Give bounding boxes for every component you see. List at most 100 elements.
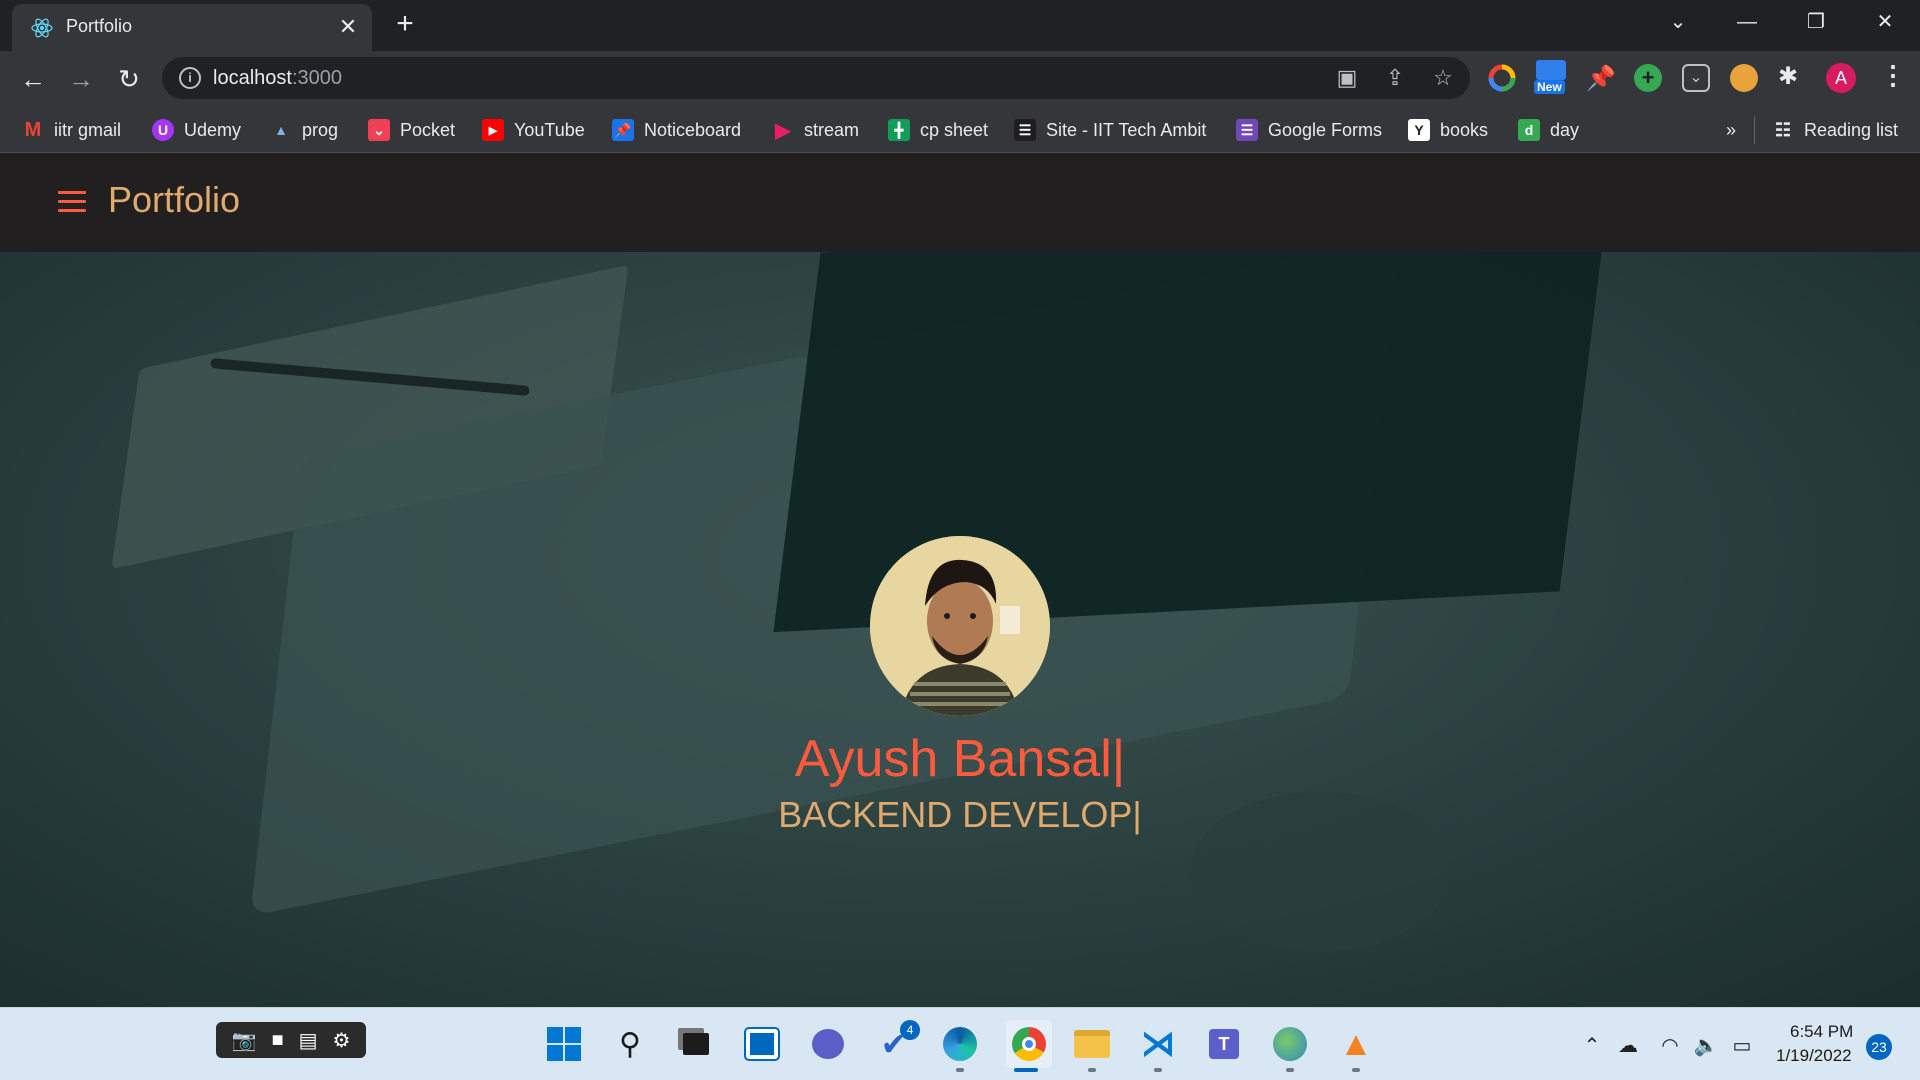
blocked-popup-icon[interactable]: ▣: [1334, 65, 1360, 91]
bookmark-prog[interactable]: ▲ prog: [270, 116, 338, 144]
profile-avatar[interactable]: A: [1826, 63, 1856, 93]
tab-strip: Portfolio ✕ + ⌄ — ❐ ✕: [0, 0, 1920, 51]
bookmark-google-forms[interactable]: ☰ Google Forms: [1236, 116, 1382, 144]
minimize-button[interactable]: —: [1725, 6, 1769, 38]
more-menu-icon[interactable]: ⋮: [1880, 60, 1906, 91]
close-window-button[interactable]: ✕: [1863, 6, 1907, 38]
teams-icon[interactable]: T: [1204, 1024, 1244, 1064]
reading-list-button[interactable]: ☷ Reading list: [1772, 116, 1898, 144]
info-icon[interactable]: i: [179, 67, 201, 89]
windows-taskbar: 📷 ■ ▤ ⚙ ⚲ ✔ 4 ⋊ T ▲ ⌃ ☁ ◠ 🔈 ▭ 6:54 PM 1/…: [0, 1007, 1920, 1080]
chat-icon[interactable]: [808, 1024, 848, 1064]
bookmark-day[interactable]: d day: [1518, 116, 1579, 144]
gallery-icon[interactable]: ▤: [299, 1028, 318, 1053]
youtube-icon: ▶: [482, 119, 504, 141]
restore-button[interactable]: ❐: [1794, 6, 1838, 38]
divider: [1754, 116, 1755, 144]
pin-icon: 📌: [612, 119, 634, 141]
vlc-running-indicator: [1352, 1068, 1360, 1072]
volume-icon[interactable]: 🔈: [1692, 1032, 1720, 1060]
bookmark-udemy[interactable]: U Udemy: [152, 116, 241, 144]
widgets-icon[interactable]: [742, 1024, 782, 1064]
bookmark-stream[interactable]: ▶ stream: [772, 116, 859, 144]
hero-name: Ayush Bansal|: [794, 730, 1126, 788]
url-text[interactable]: localhost:3000: [213, 67, 342, 90]
bookmark-pocket[interactable]: ⌄ Pocket: [368, 116, 455, 144]
prog-icon: ▲: [274, 122, 288, 138]
page-viewport: Ayush Bansal| BACKEND DEVELOP| Portfolio: [0, 153, 1920, 1007]
profile-photo: [870, 536, 1050, 716]
bookmark-books[interactable]: Y books: [1408, 116, 1488, 144]
edge-running-indicator: [956, 1068, 964, 1072]
bookmark-youtube[interactable]: ▶ YouTube: [482, 116, 585, 144]
extensions-puzzle-icon[interactable]: ✱: [1778, 62, 1798, 91]
bookmark-noticeboard[interactable]: 📌 Noticeboard: [612, 116, 741, 144]
notification-badge[interactable]: 23: [1866, 1034, 1892, 1060]
back-button[interactable]: ←: [16, 62, 50, 96]
vlc-icon[interactable]: ▲: [1336, 1024, 1376, 1064]
video-icon[interactable]: ■: [271, 1029, 283, 1052]
bookmarks-bar: M iitr gmail U Udemy ▲ prog ⌄ Pocket ▶ Y…: [0, 106, 1920, 153]
day-icon: d: [1518, 119, 1540, 141]
windows-logo-icon: [547, 1027, 581, 1061]
explorer-running-indicator: [1088, 1068, 1096, 1072]
task-view-icon[interactable]: [676, 1024, 716, 1064]
forward-button[interactable]: →: [64, 62, 98, 96]
pocket-extension-icon[interactable]: ⌄: [1682, 64, 1710, 92]
wifi-icon[interactable]: ◠: [1656, 1032, 1684, 1060]
plus-extension-icon[interactable]: +: [1634, 64, 1662, 92]
todo-icon[interactable]: ✔ 4: [874, 1020, 920, 1064]
bookmark-cp-sheet[interactable]: ╋ cp sheet: [888, 116, 988, 144]
pin-extension-icon[interactable]: 📌: [1586, 64, 1616, 93]
tab-search-icon[interactable]: ⌄: [1656, 6, 1700, 38]
search-icon[interactable]: ⚲: [610, 1024, 650, 1064]
site-icon: ☰: [1014, 119, 1036, 141]
new-extension-icon[interactable]: New: [1534, 60, 1568, 96]
vscode-icon[interactable]: ⋊: [1138, 1024, 1178, 1064]
site-navbar: Portfolio: [0, 153, 1920, 252]
bookmark-iitr-gmail[interactable]: M iitr gmail: [22, 116, 121, 144]
edge-icon[interactable]: [940, 1024, 980, 1064]
hamburger-menu-icon[interactable]: [58, 191, 86, 213]
more-bookmarks-button[interactable]: »: [1726, 116, 1736, 144]
tab-portfolio[interactable]: Portfolio ✕: [12, 4, 372, 51]
new-tab-button[interactable]: +: [390, 9, 420, 40]
settings-gear-icon[interactable]: ⚙: [333, 1028, 351, 1053]
globe-app-icon[interactable]: [1270, 1024, 1310, 1064]
share-icon[interactable]: ⇪: [1382, 65, 1408, 91]
bookmark-site-iit-tech-ambit[interactable]: ☰ Site - IIT Tech Ambit: [1014, 116, 1206, 144]
chevron-up-icon[interactable]: ⌃: [1578, 1032, 1606, 1060]
onedrive-cloud-icon[interactable]: ☁: [1614, 1032, 1642, 1060]
battery-icon[interactable]: ▭: [1728, 1032, 1756, 1060]
pocket-icon: ⌄: [368, 119, 390, 141]
stream-icon: ▶: [775, 119, 791, 142]
color-picker-extension-icon[interactable]: [1488, 64, 1516, 92]
reload-button[interactable]: ↻: [112, 62, 146, 96]
clock-date[interactable]: 1/19/2022: [1776, 1046, 1852, 1066]
tab-title: Portfolio: [66, 16, 133, 36]
bookmark-star-icon[interactable]: ☆: [1430, 65, 1456, 91]
screen-capture-toolbar: 📷 ■ ▤ ⚙: [216, 1022, 366, 1058]
reading-list-icon: ☷: [1774, 119, 1792, 140]
cookie-extension-icon[interactable]: [1730, 64, 1758, 92]
chrome-active-indicator: [1014, 1068, 1038, 1072]
udemy-icon: U: [152, 119, 174, 141]
sheets-icon: ╋: [888, 119, 910, 141]
globe-running-indicator: [1286, 1068, 1294, 1072]
person-avatar-icon: [870, 536, 1050, 716]
gmail-icon: M: [24, 118, 42, 141]
address-bar[interactable]: i localhost:3000 ▣ ⇪ ☆: [162, 57, 1470, 99]
hero-section: Ayush Bansal| BACKEND DEVELOP|: [0, 211, 1920, 1007]
file-explorer-icon[interactable]: [1072, 1024, 1112, 1064]
close-tab-icon[interactable]: ✕: [334, 13, 362, 41]
todo-badge: 4: [900, 1020, 920, 1040]
camera-icon[interactable]: 📷: [232, 1028, 257, 1053]
hero-role: BACKEND DEVELOP|: [778, 794, 1142, 835]
clock-time[interactable]: 6:54 PM: [1790, 1022, 1853, 1042]
vscode-running-indicator: [1154, 1068, 1162, 1072]
start-button[interactable]: [544, 1024, 584, 1064]
chrome-icon[interactable]: [1006, 1020, 1052, 1068]
forms-icon: ☰: [1236, 119, 1258, 141]
react-icon: [31, 18, 53, 38]
site-brand[interactable]: Portfolio: [108, 179, 240, 221]
